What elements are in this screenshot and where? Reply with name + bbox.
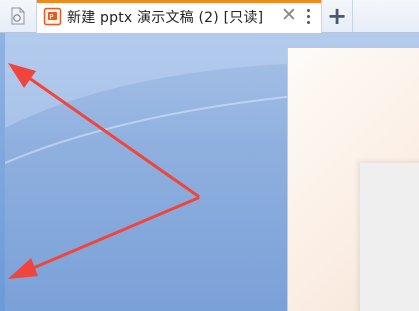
new-tab-button[interactable]: + — [322, 0, 353, 32]
more-options-icon[interactable] — [303, 5, 313, 27]
powerpoint-file-icon: P — [43, 7, 62, 26]
slide-content-box[interactable] — [360, 163, 419, 311]
tab-title: 新建 pptx 演示文稿 (2) [只读] — [67, 10, 264, 26]
home-tab[interactable] — [0, 0, 37, 32]
tab-document[interactable]: P 新建 pptx 演示文稿 (2) [只读] ✕ — [36, 0, 322, 33]
editor-workspace — [0, 33, 419, 311]
close-tab-icon[interactable]: ✕ — [281, 4, 297, 26]
document-home-icon — [11, 7, 25, 25]
svg-text:P: P — [49, 13, 53, 21]
tab-bar: P 新建 pptx 演示文稿 (2) [只读] ✕ + — [0, 0, 419, 33]
